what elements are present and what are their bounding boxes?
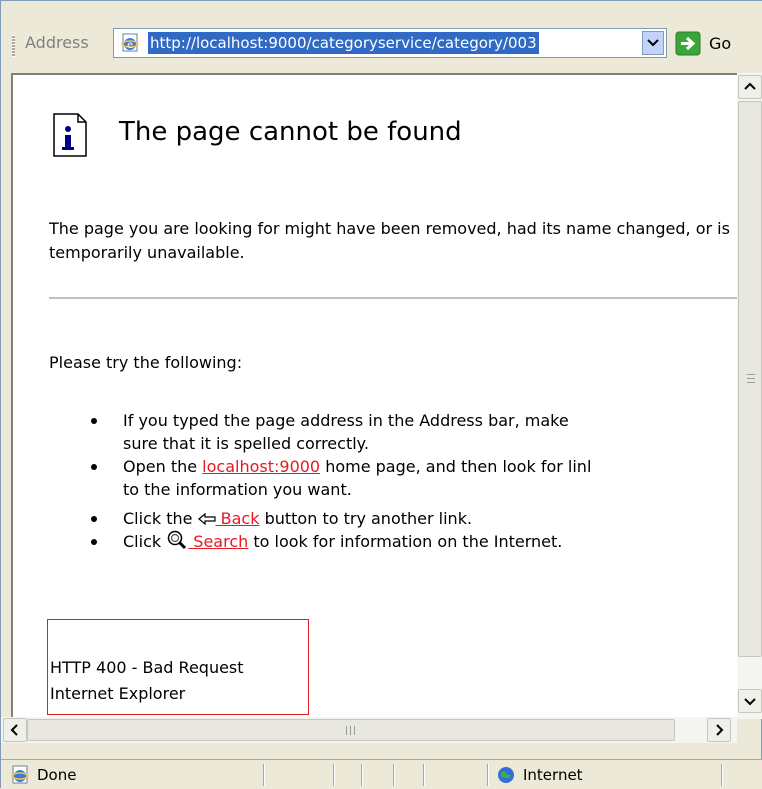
tips-list: If you typed the page address in the Add…	[91, 409, 737, 553]
scroll-up-button[interactable]	[738, 75, 762, 99]
info-icon	[53, 113, 87, 157]
tip-text: button to try another link.	[259, 509, 473, 528]
list-item: Open the localhost:9000 home page, and t…	[91, 455, 737, 501]
status-divider	[333, 764, 335, 786]
vertical-scrollbar[interactable]	[737, 73, 762, 719]
status-bar: Done Internet	[1, 759, 762, 789]
status-divider	[393, 764, 395, 786]
thumb-grip-icon	[747, 374, 755, 383]
toolbar-grip[interactable]	[12, 35, 15, 57]
status-text: Done	[37, 766, 77, 784]
browser-window: Address e http://localhost:9000/category…	[0, 0, 762, 789]
error-source: Internet Explorer	[50, 684, 186, 703]
horizontal-scroll-thumb[interactable]	[27, 719, 675, 741]
address-dropdown-button[interactable]	[642, 31, 664, 55]
chevron-down-icon	[647, 39, 659, 47]
chevron-up-icon	[744, 82, 756, 90]
scroll-left-button[interactable]	[3, 718, 27, 742]
search-icon	[167, 530, 187, 550]
thumb-grip-icon	[346, 726, 356, 735]
internet-globe-icon	[498, 767, 514, 783]
status-divider	[487, 764, 489, 786]
intro-text: The page you are looking for might have …	[49, 219, 730, 262]
list-item: If you typed the page address in the Add…	[91, 409, 737, 455]
tip-text: If you typed the page address in the Add…	[123, 411, 569, 430]
tip-text: Click	[123, 532, 167, 551]
list-item: Click the Back button to try another lin…	[91, 507, 737, 530]
back-arrow-icon	[197, 513, 216, 526]
list-item: Click Search to look for information on …	[91, 530, 737, 553]
error-box: HTTP 400 - Bad Request Internet Explorer	[47, 619, 309, 715]
error-code: HTTP 400 - Bad Request	[50, 658, 244, 677]
address-label: Address	[25, 33, 89, 52]
status-divider	[361, 764, 363, 786]
page-content: The page cannot be found The page you ar…	[11, 73, 737, 719]
status-divider	[263, 764, 265, 786]
chevron-down-icon	[744, 698, 756, 706]
scroll-right-button[interactable]	[707, 718, 731, 742]
tip-text: home page, and then look for linl	[320, 457, 592, 476]
vertical-scroll-thumb[interactable]	[738, 101, 762, 657]
chevron-left-icon	[10, 724, 18, 736]
search-link[interactable]: Search	[188, 532, 248, 551]
page-title: The page cannot be found	[119, 117, 462, 147]
divider	[49, 297, 737, 299]
security-zone-label: Internet	[523, 766, 583, 784]
url-text[interactable]: http://localhost:9000/categoryservice/ca…	[148, 32, 539, 54]
status-divider	[423, 764, 425, 786]
go-label: Go	[709, 34, 732, 53]
address-input[interactable]: e http://localhost:9000/categoryservice/…	[113, 28, 667, 58]
ie-page-icon: e	[121, 33, 139, 52]
tip-text: to look for information on the Internet.	[248, 532, 563, 551]
horizontal-scrollbar[interactable]	[1, 717, 737, 743]
go-arrow-icon	[675, 31, 701, 56]
ie-page-icon	[11, 765, 29, 784]
go-button[interactable]: Go	[675, 30, 762, 58]
scroll-down-button[interactable]	[738, 689, 762, 713]
back-link[interactable]: Back	[216, 509, 260, 528]
status-divider	[721, 764, 723, 786]
try-heading: Please try the following:	[49, 353, 243, 372]
tip-text: Click the	[123, 509, 198, 528]
tip-text: to the information you want.	[123, 480, 352, 499]
chevron-right-icon	[716, 724, 724, 736]
tip-text: sure that it is spelled correctly.	[123, 434, 369, 453]
tip-text: Open the	[123, 457, 203, 476]
address-toolbar: Address e http://localhost:9000/category…	[1, 1, 762, 73]
svg-text:e: e	[127, 40, 133, 51]
home-page-link[interactable]: localhost:9000	[202, 457, 320, 476]
